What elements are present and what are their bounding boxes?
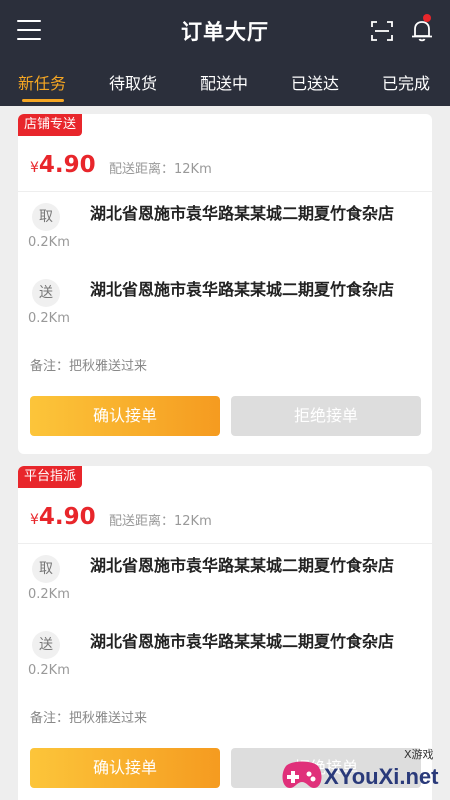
- notification-dot: [423, 14, 431, 22]
- bell-icon[interactable]: [410, 17, 434, 43]
- delivery-type-badge: 平台指派: [18, 466, 83, 488]
- pickup-tag: 取: [32, 203, 60, 231]
- price-value: 4.90: [38, 152, 96, 178]
- dropoff-km: 0.2Km: [28, 311, 70, 326]
- order-note: 备注：把秋雅送过来: [30, 359, 148, 374]
- currency-symbol: ¥: [30, 512, 39, 528]
- order-price: ¥4.90: [30, 152, 96, 178]
- tab-delivered[interactable]: 已送达: [291, 70, 339, 94]
- pickup-tag: 取: [32, 555, 60, 583]
- delivery-distance: 配送距离：12Km: [109, 162, 212, 177]
- site-watermark: X游戏 XYouXi.net: [278, 744, 450, 800]
- pickup-address: 湖北省恩施市袁华路某某城二期夏竹食杂店: [90, 556, 395, 575]
- divider: [18, 543, 432, 544]
- order-note: 备注：把秋雅送过来: [30, 711, 148, 726]
- top-bar: 订单大厅 新任务 待取货 配送中 已送达 已完成: [0, 0, 450, 106]
- order-card[interactable]: 店铺专送 ¥4.90 配送距离：12Km 取 0.2Km 湖北省恩施市袁华路某某…: [18, 114, 432, 454]
- pickup-address: 湖北省恩施市袁华路某某城二期夏竹食杂店: [90, 204, 395, 223]
- currency-symbol: ¥: [30, 160, 39, 176]
- pickup-km: 0.2Km: [28, 235, 70, 250]
- delivery-type-badge: 店铺专送: [18, 114, 83, 136]
- header: 订单大厅: [0, 0, 450, 62]
- accept-order-button[interactable]: 确认接单: [30, 748, 220, 788]
- active-tab-indicator: [22, 99, 64, 102]
- tab-delivering[interactable]: 配送中: [200, 70, 248, 94]
- dropoff-km: 0.2Km: [28, 663, 70, 678]
- tab-completed[interactable]: 已完成: [382, 70, 430, 94]
- accept-order-button[interactable]: 确认接单: [30, 396, 220, 436]
- dropoff-address: 湖北省恩施市袁华路某某城二期夏竹食杂店: [90, 280, 395, 299]
- tab-awaiting-pickup[interactable]: 待取货: [109, 70, 157, 94]
- watermark-small-text: X游戏: [404, 748, 434, 761]
- order-price: ¥4.90: [30, 504, 96, 530]
- pickup-km: 0.2Km: [28, 587, 70, 602]
- gamepad-logo-icon: [282, 761, 322, 788]
- dropoff-tag: 送: [32, 631, 60, 659]
- dropoff-address: 湖北省恩施市袁华路某某城二期夏竹食杂店: [90, 632, 395, 651]
- watermark-text: XYouXi.net: [324, 764, 439, 789]
- order-tabs: 新任务 待取货 配送中 已送达 已完成: [0, 62, 450, 106]
- scan-icon[interactable]: [370, 19, 394, 43]
- reject-order-button[interactable]: 拒绝接单: [231, 396, 421, 436]
- price-value: 4.90: [38, 504, 96, 530]
- divider: [18, 191, 432, 192]
- delivery-distance: 配送距离：12Km: [109, 514, 212, 529]
- dropoff-tag: 送: [32, 279, 60, 307]
- tab-new-task[interactable]: 新任务: [18, 70, 66, 94]
